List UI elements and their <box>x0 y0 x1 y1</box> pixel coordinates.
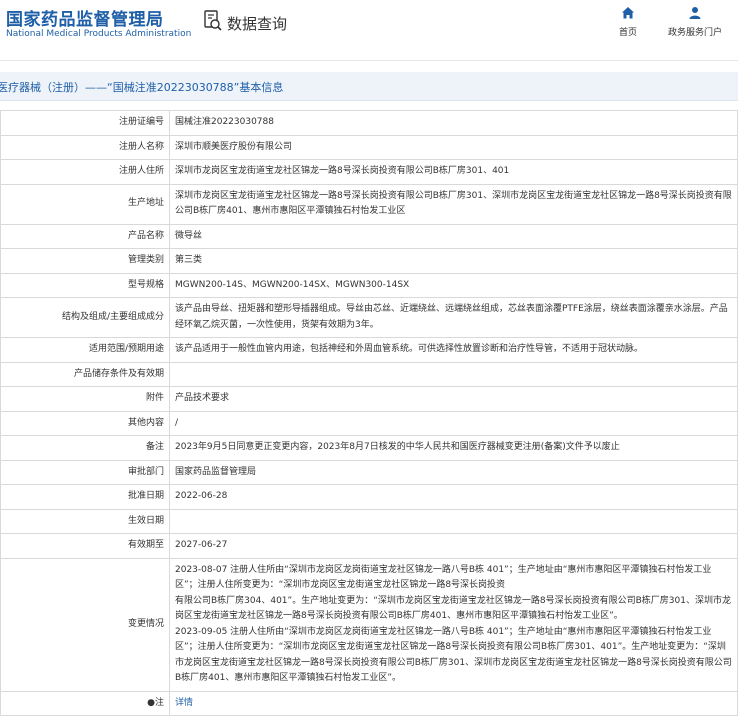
table-row: 有效期至 2027-06-27 <box>0 533 738 559</box>
row-label: 备注 <box>0 435 170 461</box>
row-label: 注册证编号 <box>0 110 170 136</box>
site-logo-en: National Medical Products Administration <box>6 29 192 39</box>
table-row: 其他内容 / <box>0 410 738 436</box>
table-row: 适用范围/预期用途 该产品适用于一般性血管内用途，包括神经和外周血管系统。可供选… <box>0 337 738 363</box>
row-label: 附件 <box>0 386 170 412</box>
registration-info-table: 注册证编号 国械注准20223030788 注册人名称 深圳市顺美医疗股份有限公… <box>0 110 738 716</box>
page-title: 医疗器械（注册）——“国械注准20223030788”基本信息 <box>0 81 284 94</box>
table-row: 注册人住所 深圳市龙岗区宝龙街道宝龙社区锦龙一路8号深长岗投资有限公司B栋厂房3… <box>0 159 738 185</box>
row-label: 结构及组成/主要组成成分 <box>0 297 170 338</box>
row-value: 国家药品监督管理局 <box>169 459 738 485</box>
row-label: 管理类别 <box>0 248 170 274</box>
row-value: 第三类 <box>169 248 738 274</box>
change-entry: 2023-09-05 注册人住所由“深圳市龙岗区龙岗街道宝龙社区锦龙一路八号B栋… <box>175 626 732 684</box>
row-label: 注册人名称 <box>0 134 170 160</box>
note-icon: ● <box>147 697 155 708</box>
change-entry: 有限公司B栋厂房304、401”。生产地址变更为：“深圳市龙岗区宝龙街道宝龙社区… <box>175 595 731 622</box>
table-row: 备注 2023年9月5日同意更正变更内容，2023年8月7日核发的中华人民共和国… <box>0 435 738 461</box>
row-label: 生产地址 <box>0 183 170 225</box>
table-row: 注册人名称 深圳市顺美医疗股份有限公司 <box>0 134 738 160</box>
detail-link[interactable]: 详情 <box>175 698 193 708</box>
row-label: 批准日期 <box>0 484 170 510</box>
table-row-note: ●注 详情 <box>0 690 738 716</box>
nav-government-service[interactable]: 政务服务门户 <box>664 6 726 38</box>
table-row: 审批部门 国家药品监督管理局 <box>0 459 738 485</box>
nav-home-label: 首页 <box>618 28 637 38</box>
site-logo-cn[interactable]: 国家药品监督管理局 <box>6 5 164 30</box>
table-row: 产品名称 微导丝 <box>0 223 738 249</box>
row-label: 产品储存条件及有效期 <box>0 361 170 387</box>
table-row: 型号规格 MGWN200-14S、MGWN200-14SX、MGWN300-14… <box>0 272 738 298</box>
row-label: 审批部门 <box>0 459 170 485</box>
row-label: 变更情况 <box>0 557 170 692</box>
table-row: 产品储存条件及有效期 <box>0 361 738 387</box>
table-row: 附件 产品技术要求 <box>0 386 738 412</box>
row-label: 有效期至 <box>0 533 170 559</box>
row-label: 适用范围/预期用途 <box>0 337 170 363</box>
row-value: / <box>169 410 738 436</box>
change-history: 2023-08-07 注册人住所由“深圳市龙岗区龙岗街道宝龙社区锦龙一路八号B栋… <box>169 557 738 692</box>
row-label: 生效日期 <box>0 508 170 534</box>
row-label: 型号规格 <box>0 272 170 298</box>
data-query-label: 数据查询 <box>227 14 288 33</box>
note-label-text: 注 <box>154 697 164 708</box>
table-row: 批准日期 2022-06-28 <box>0 484 738 510</box>
row-value: MGWN200-14S、MGWN200-14SX、MGWN300-14SX <box>169 272 738 298</box>
row-value: 该产品适用于一般性血管内用途，包括神经和外周血管系统。可供选择性放置诊断和治疗性… <box>169 337 738 363</box>
row-value: 微导丝 <box>169 223 738 249</box>
site-header: 国家药品监督管理局 National Medical Products Admi… <box>0 0 738 46</box>
note-value: 详情 <box>169 690 738 716</box>
row-value: 深圳市顺美医疗股份有限公司 <box>169 134 738 160</box>
nav-home[interactable]: 首页 <box>612 6 644 38</box>
table-row: 生产地址 深圳市龙岗区宝龙街道宝龙社区锦龙一路8号深长岗投资有限公司B栋厂房30… <box>0 183 738 225</box>
data-query-link[interactable]: 数据查询 <box>203 10 288 36</box>
table-row: 生效日期 <box>0 508 738 534</box>
row-value: 国械注准20223030788 <box>169 110 738 136</box>
row-value: 该产品由导丝、扭矩器和塑形导插器组成。导丝由芯丝、近端绕丝、远端绕丝组成，芯丝表… <box>169 297 738 338</box>
home-icon <box>621 7 635 23</box>
change-entry: 2023-08-07 注册人住所由“深圳市龙岗区龙岗街道宝龙社区锦龙一路八号B栋… <box>175 564 712 591</box>
row-value <box>169 508 738 534</box>
row-value: 2027-06-27 <box>169 533 738 559</box>
row-label: 产品名称 <box>0 223 170 249</box>
row-label: 注册人住所 <box>0 159 170 185</box>
row-value: 2023年9月5日同意更正变更内容，2023年8月7日核发的中华人民共和国医疗器… <box>169 435 738 461</box>
table-row: 注册证编号 国械注准20223030788 <box>0 110 738 136</box>
row-label: 其他内容 <box>0 410 170 436</box>
row-value: 2022-06-28 <box>169 484 738 510</box>
row-value: 产品技术要求 <box>169 386 738 412</box>
user-icon <box>688 7 702 23</box>
row-value <box>169 361 738 387</box>
title-bar: 医疗器械（注册）——“国械注准20223030788”基本信息 <box>0 72 738 101</box>
nav-government-service-label: 政务服务门户 <box>667 28 722 38</box>
table-row: 管理类别 第三类 <box>0 248 738 274</box>
header-divider <box>0 60 738 61</box>
row-value: 深圳市龙岗区宝龙街道宝龙社区锦龙一路8号深长岗投资有限公司B栋厂房301、深圳市… <box>169 183 738 225</box>
table-row-change: 变更情况 2023-08-07 注册人住所由“深圳市龙岗区龙岗街道宝龙社区锦龙一… <box>0 557 738 692</box>
table-row: 结构及组成/主要组成成分 该产品由导丝、扭矩器和塑形导插器组成。导丝由芯丝、近端… <box>0 297 738 338</box>
search-document-icon <box>203 10 223 36</box>
note-label: ●注 <box>0 690 170 716</box>
row-value: 深圳市龙岗区宝龙街道宝龙社区锦龙一路8号深长岗投资有限公司B栋厂房301、401 <box>169 159 738 185</box>
